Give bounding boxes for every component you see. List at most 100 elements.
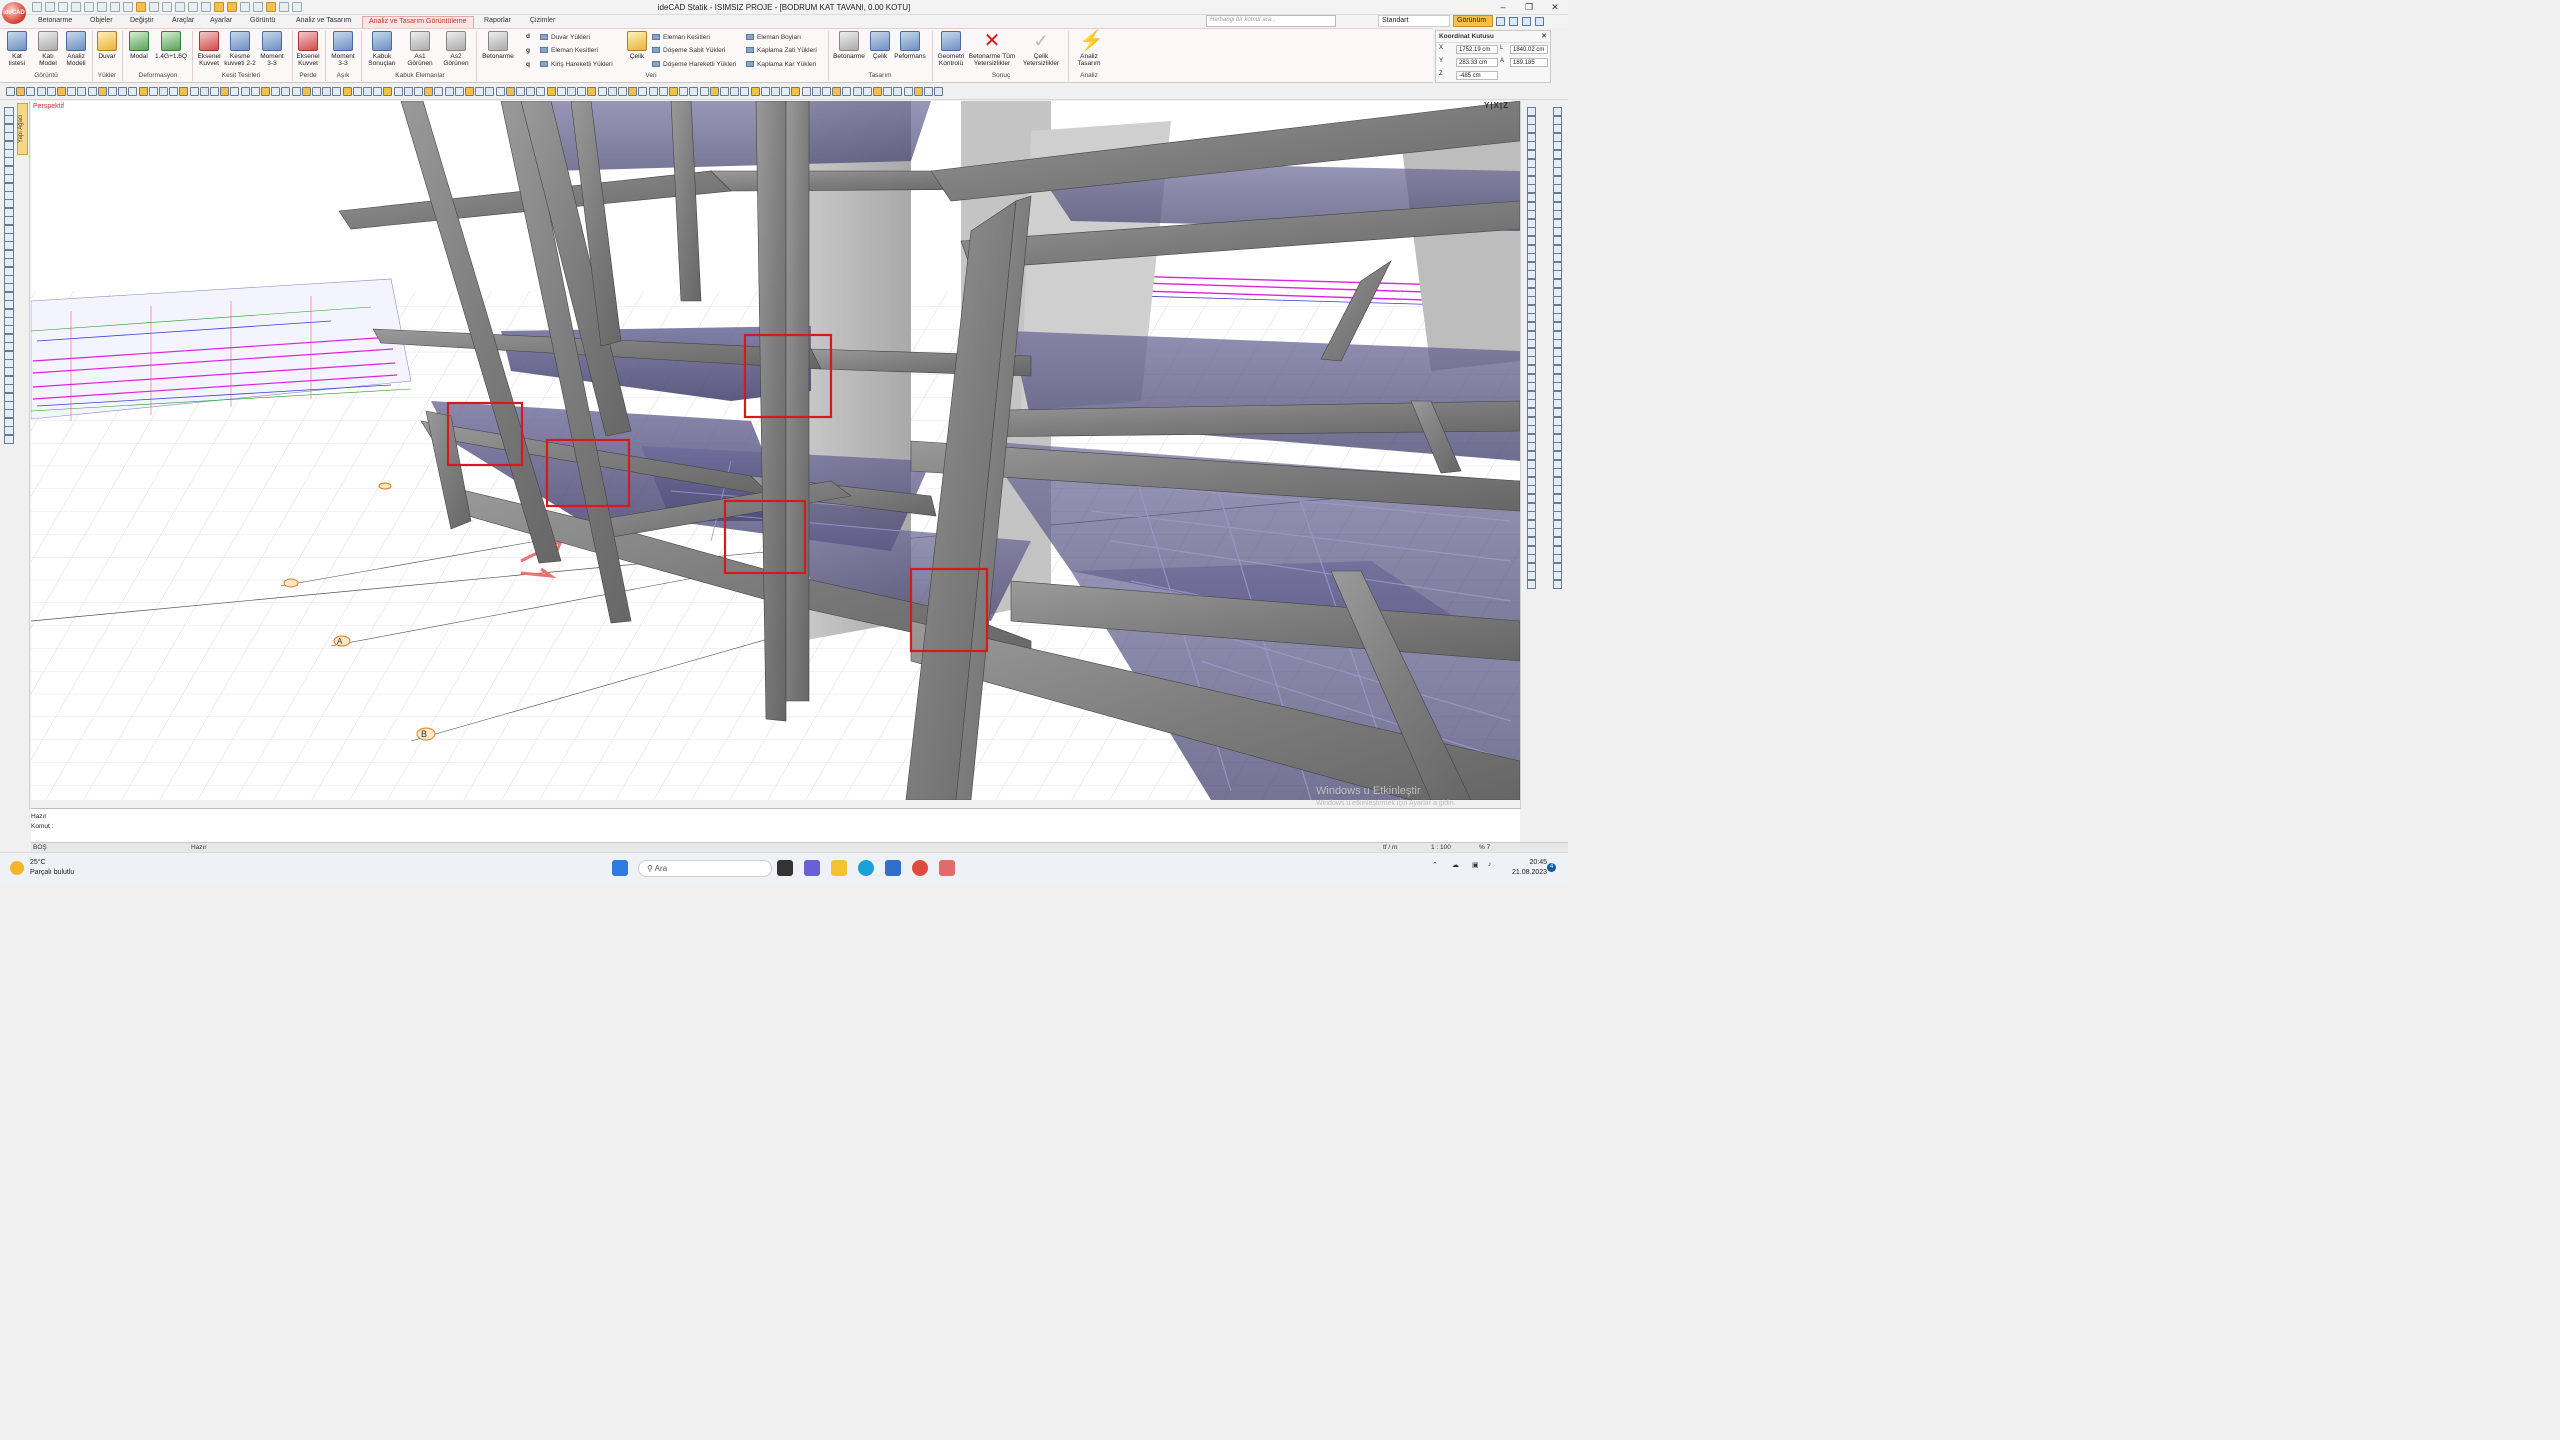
drawing-tool-icon[interactable]: [87, 87, 97, 96]
edge-icon[interactable]: [858, 860, 874, 876]
purlin-moment-button[interactable]: Moment 3-3: [328, 31, 358, 67]
command-area[interactable]: Hazır Komut :: [31, 808, 1520, 842]
drawing-tool-icon[interactable]: [97, 87, 107, 96]
drawing-tool-icon[interactable]: [587, 87, 597, 96]
drawing-tool-icon[interactable]: [434, 87, 444, 96]
drawing-tool-icon[interactable]: [159, 87, 168, 96]
performance-button[interactable]: Peformans: [892, 31, 928, 60]
slab-dead-loads-item[interactable]: Döşeme Sabit Yükleri: [652, 47, 725, 54]
tab-objeler[interactable]: Objeler: [84, 16, 119, 28]
drawing-tool-icon[interactable]: [424, 87, 434, 96]
drawing-tool-icon[interactable]: [444, 87, 454, 96]
tab-degistir[interactable]: Değiştir: [124, 16, 160, 28]
drawing-tool-icon[interactable]: [36, 87, 46, 96]
drawing-tool-icon[interactable]: [801, 87, 811, 96]
floor-list-button[interactable]: Kat listesi: [4, 31, 30, 67]
slab-live-loads-item[interactable]: Döşeme Hareketli Yükleri: [652, 61, 736, 68]
drawing-tool-icon[interactable]: [495, 87, 505, 96]
drawing-tool-icon[interactable]: [16, 87, 26, 96]
idecad-taskbar-icon[interactable]: [939, 860, 955, 876]
drawing-tool-icon[interactable]: [618, 87, 627, 96]
shear-force-button[interactable]: Kesme kuvveti 2-2: [222, 31, 258, 67]
x-field[interactable]: 1752.19 cm: [1456, 45, 1498, 54]
drawing-tool-icon[interactable]: [750, 87, 760, 96]
view-button[interactable]: Görünüm: [1453, 15, 1493, 27]
drawing-tool-icon[interactable]: [526, 87, 536, 96]
network-icon[interactable]: ▣: [1472, 861, 1479, 869]
wall-axial-button[interactable]: Eksenel Kuvvet: [294, 31, 322, 67]
concrete-insufficiency-button[interactable]: ✕ Betonarme Tüm Yetersizlikler: [966, 31, 1018, 67]
drawing-tool-icon[interactable]: [118, 87, 128, 96]
drawing-tool-icon[interactable]: [403, 87, 413, 96]
drawing-tool-icon[interactable]: [475, 87, 485, 96]
y-field[interactable]: 283.33 cm: [1456, 58, 1498, 67]
minimize-icon[interactable]: –: [1490, 0, 1516, 15]
drawing-tool-icon[interactable]: [883, 87, 893, 96]
close-icon[interactable]: ✕: [1542, 0, 1568, 15]
clock[interactable]: 20:45 21.08.2023: [1512, 858, 1547, 878]
drawing-tool-icon[interactable]: [556, 87, 566, 96]
drawing-tool-icon[interactable]: [505, 87, 515, 96]
3d-viewport[interactable]: A B: [31, 101, 1520, 800]
drawing-tool-icon[interactable]: [638, 87, 648, 96]
geometry-check-button[interactable]: Geometri Kontrolü: [934, 31, 968, 67]
drawing-tool-icon[interactable]: [679, 87, 689, 96]
drawing-tool-icon[interactable]: [393, 87, 403, 96]
tab-analiz-tasarim[interactable]: Analiz ve Tasarım: [290, 16, 357, 28]
drawing-tool-icon[interactable]: [903, 87, 913, 96]
drawing-tool-icon[interactable]: [250, 87, 260, 96]
store-icon[interactable]: [885, 860, 901, 876]
tab-betonarme[interactable]: Betonarme: [32, 16, 78, 28]
drawing-tool-icon[interactable]: [261, 87, 270, 96]
concrete-data-button[interactable]: Betonarme: [480, 31, 516, 60]
drawing-tool-icon[interactable]: [281, 87, 291, 96]
drawing-tool-icon[interactable]: [210, 87, 219, 96]
tab-analiz-tasarim-goruntuleme[interactable]: Analiz ve Tasarım Görüntüleme: [362, 16, 474, 28]
drawing-tool-icon[interactable]: [669, 87, 678, 96]
axial-force-button[interactable]: Eksenel Kuvvet: [194, 31, 224, 67]
help-icon[interactable]: [1509, 17, 1518, 26]
status-scale[interactable]: 1 : 100: [1431, 844, 1451, 851]
drawing-tool-icon[interactable]: [760, 87, 770, 96]
drawing-tool-icon[interactable]: [77, 87, 87, 96]
drawing-tool-icon[interactable]: [465, 87, 474, 96]
a-field[interactable]: 189.185: [1510, 58, 1548, 67]
drawing-tool-icon[interactable]: [169, 87, 179, 96]
analysis-model-button[interactable]: Analiz Modeli: [62, 31, 90, 67]
drawing-tool-icon[interactable]: [322, 87, 332, 96]
solid-model-button[interactable]: Katı Model: [34, 31, 62, 67]
as2-view-button[interactable]: As2 Görünen: [438, 31, 474, 67]
modal-button[interactable]: Modal: [126, 31, 152, 60]
z-field[interactable]: -485 cm: [1456, 71, 1498, 80]
drawing-tool-icon[interactable]: [730, 87, 740, 96]
drawing-tool-icon[interactable]: [291, 87, 301, 96]
drawing-tool-icon[interactable]: [352, 87, 362, 96]
workspace-icon[interactable]: [1496, 17, 1505, 26]
info-icon[interactable]: [1535, 17, 1544, 26]
concrete-design-button[interactable]: Betonarme: [832, 31, 866, 60]
drawing-tool-icon[interactable]: [628, 87, 638, 96]
drawing-tool-icon[interactable]: [689, 87, 699, 96]
beam-live-loads-item[interactable]: Kiriş Hareketli Yükleri: [540, 61, 613, 68]
drawing-tool-icon[interactable]: [913, 87, 923, 96]
steel-design-button[interactable]: Çelik: [868, 31, 892, 60]
drawing-tool-icon[interactable]: [189, 87, 199, 96]
drawing-tool-icon[interactable]: [485, 87, 495, 96]
drawing-tool-icon[interactable]: [108, 87, 117, 96]
load-combo-button[interactable]: 1.4G+1.6Q: [154, 31, 188, 60]
drawing-tool-icon[interactable]: [128, 87, 138, 96]
view-tool-icon[interactable]: [1553, 580, 1562, 589]
drawing-tool-icon[interactable]: [924, 87, 933, 96]
shell-results-button[interactable]: Kabuk Sonuçları: [364, 31, 400, 67]
tab-ayarlar[interactable]: Ayarlar: [204, 16, 238, 28]
cladding-dead-loads-item[interactable]: Kaplama Zati Yükleri: [746, 47, 817, 54]
wall-loads-button[interactable]: Duvar: [94, 31, 120, 60]
drawing-tool-icon[interactable]: [46, 87, 56, 96]
drawing-tool-icon[interactable]: [332, 87, 342, 96]
drawing-tool-icon[interactable]: [148, 87, 158, 96]
drawing-tool-icon[interactable]: [699, 87, 709, 96]
drawing-tool-icon[interactable]: [862, 87, 872, 96]
command-search-input[interactable]: Herhangi bir komut ara...: [1206, 15, 1336, 27]
drawing-tool-icon[interactable]: [67, 87, 77, 96]
analysis-design-button[interactable]: ⚡ Analiz Tasarım: [1072, 31, 1106, 67]
